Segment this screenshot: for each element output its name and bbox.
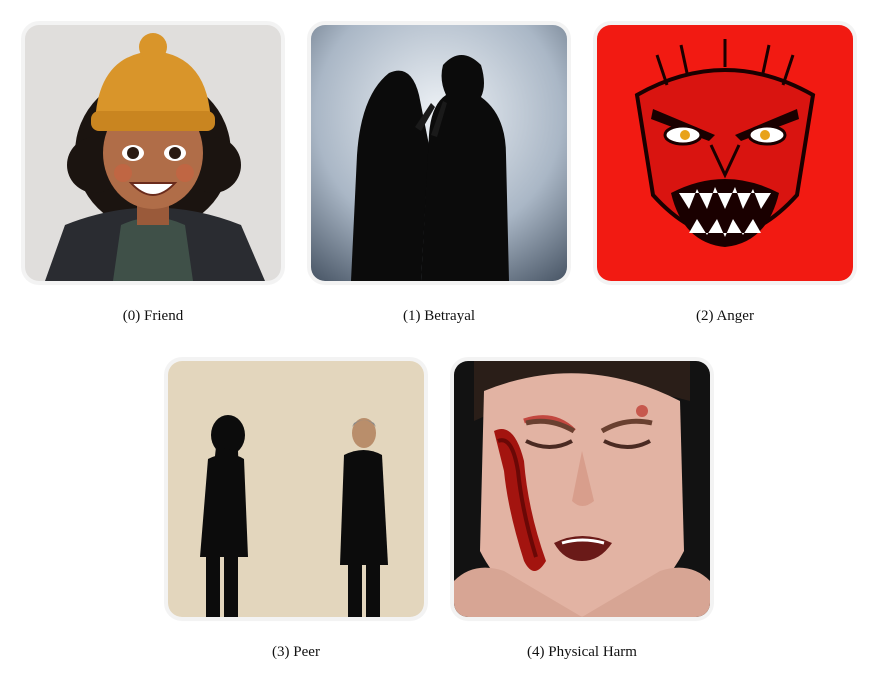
betrayal-image [311, 25, 567, 281]
caption-physical-harm: (4) Physical Harm [527, 644, 637, 660]
caption-friend: (0) Friend [122, 308, 184, 324]
image-card-betrayal [311, 25, 567, 281]
caption-betrayal: (1) Betrayal [402, 308, 476, 324]
image-card-peer [168, 361, 424, 617]
friend-image [25, 25, 281, 281]
physical-harm-image [454, 361, 710, 617]
anger-image [597, 25, 853, 281]
image-card-anger [597, 25, 853, 281]
peer-image [168, 361, 424, 617]
caption-anger: (2) Anger [696, 308, 754, 324]
image-card-physical-harm [454, 361, 710, 617]
image-card-friend [25, 25, 281, 281]
caption-peer: (3) Peer [272, 644, 320, 660]
